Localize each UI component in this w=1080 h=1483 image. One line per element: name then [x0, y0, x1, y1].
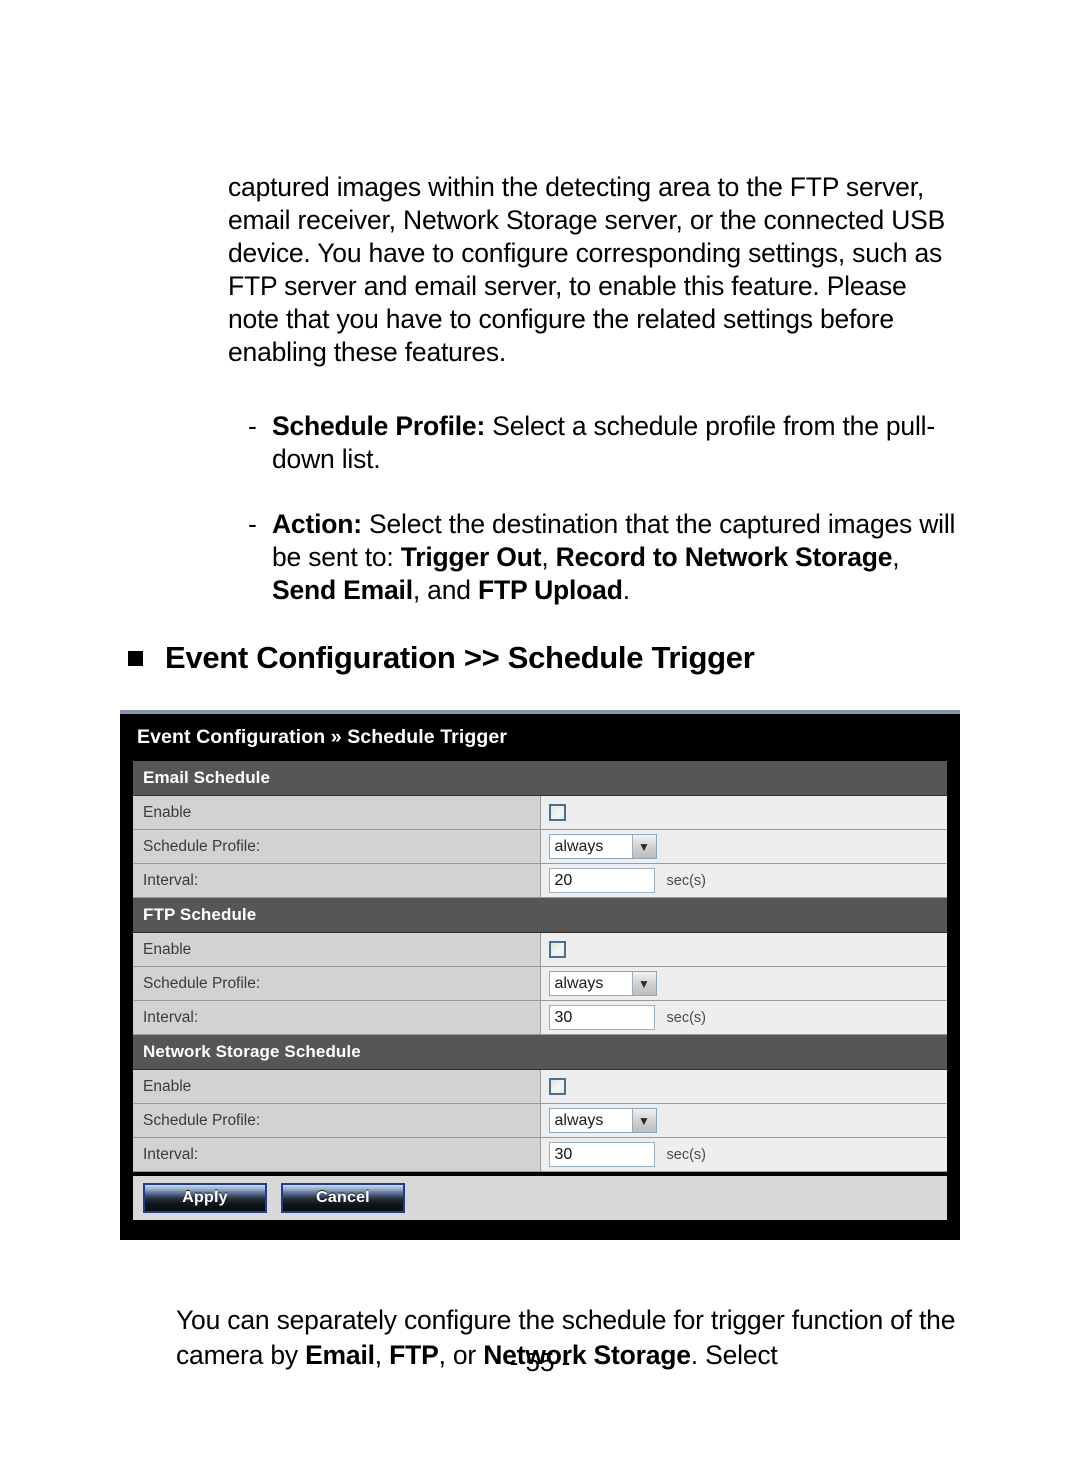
table-row: Interval: 30 sec(s)	[133, 1000, 948, 1035]
table-row: Enable	[133, 795, 948, 830]
value-interval: 20 sec(s)	[540, 863, 948, 898]
section-header-row: Network Storage Schedule	[133, 1034, 947, 1070]
value-interval: 30 sec(s)	[540, 1137, 948, 1172]
cell-content	[548, 1070, 948, 1103]
cell-content: always ▼	[548, 830, 948, 863]
chevron-down-icon: ▼	[631, 972, 656, 995]
section-heading-text: Event Configuration >> Schedule Trigger	[165, 640, 755, 675]
value-schedule-profile: always ▼	[540, 1103, 948, 1138]
bullet-item-action: - Action: Select the destination that th…	[248, 508, 958, 607]
cell-content: always ▼	[548, 967, 948, 1000]
schedule-settings-table: Email Schedule Enable Schedule Profile:	[133, 761, 947, 1172]
value-enable	[540, 1069, 948, 1104]
bullet-dash-icon: -	[248, 411, 257, 441]
value-enable	[540, 795, 948, 830]
interval-input-network-storage[interactable]: 30	[548, 1142, 655, 1167]
table-row: Enable	[133, 932, 948, 967]
interval-unit-label: sec(s)	[666, 1009, 706, 1026]
interval-input-email[interactable]: 20	[548, 868, 655, 893]
table-row: Interval: 20 sec(s)	[133, 863, 948, 898]
bullet-text: Action: Select the destination that the …	[272, 508, 958, 607]
select-value: always	[554, 837, 604, 855]
chevron-down-icon: ▼	[631, 1109, 656, 1132]
cell-content	[548, 933, 948, 966]
table-row: Interval: 30 sec(s)	[133, 1137, 948, 1172]
label-schedule-profile: Schedule Profile:	[133, 1103, 541, 1138]
panel-titlebar: Event Configuration » Schedule Trigger	[133, 714, 947, 761]
button-bar: Apply Cancel	[133, 1172, 947, 1220]
label-interval: Interval:	[133, 1000, 541, 1035]
interval-unit-label: sec(s)	[666, 872, 706, 889]
value-schedule-profile: always ▼	[540, 829, 948, 864]
label-schedule-profile: Schedule Profile:	[133, 966, 541, 1001]
bullet-list: - Schedule Profile: Select a schedule pr…	[248, 410, 958, 639]
label-enable: Enable	[133, 795, 541, 830]
bullet-item-schedule-profile: - Schedule Profile: Select a schedule pr…	[248, 410, 958, 476]
bullet-dash-icon: -	[248, 509, 257, 539]
chevron-down-icon: ▼	[631, 835, 656, 858]
panel-title: Event Configuration » Schedule Trigger	[137, 726, 508, 748]
bullet-sep-1: ,	[541, 542, 556, 572]
bullet-sep-3: , and	[412, 575, 478, 605]
schedule-profile-select-network-storage[interactable]: always ▼	[548, 1108, 657, 1133]
select-value: always	[554, 974, 604, 992]
cell-content: always ▼	[548, 1104, 948, 1137]
label-schedule-profile: Schedule Profile:	[133, 829, 541, 864]
bullet-term: Schedule Profile:	[272, 411, 486, 441]
schedule-profile-select-email[interactable]: always ▼	[548, 834, 657, 859]
value-interval: 30 sec(s)	[540, 1000, 948, 1035]
interval-unit-label: sec(s)	[666, 1146, 706, 1163]
table-row: Enable	[133, 1069, 948, 1104]
section-header-ftp-schedule: FTP Schedule	[133, 897, 947, 933]
section-header-row: FTP Schedule	[133, 897, 947, 933]
section-heading: Event Configuration >> Schedule Trigger	[128, 640, 755, 676]
page-number: - 55 -	[509, 1347, 571, 1377]
bullet-end: .	[622, 575, 630, 605]
intro-paragraph: captured images within the detecting are…	[228, 171, 946, 367]
label-enable: Enable	[133, 932, 541, 967]
label-interval: Interval:	[133, 863, 541, 898]
interval-input-ftp[interactable]: 30	[548, 1005, 655, 1030]
bullet-sep-2: ,	[892, 542, 900, 572]
bullet-bold-send-email: Send Email	[272, 575, 413, 605]
table-row: Schedule Profile: always ▼	[133, 1103, 948, 1138]
bullet-bold-record-to-network-storage: Record to Network Storage	[555, 542, 893, 572]
apply-button[interactable]: Apply	[143, 1183, 267, 1213]
bullet-term: Action:	[272, 509, 362, 539]
square-bullet-icon	[128, 650, 143, 666]
cell-content: 30 sec(s)	[548, 1001, 948, 1034]
section-header-email-schedule: Email Schedule	[133, 761, 947, 796]
cell-content: 30 sec(s)	[548, 1138, 948, 1171]
label-interval: Interval:	[133, 1137, 541, 1172]
table-row: Schedule Profile: always ▼	[133, 829, 948, 864]
select-value: always	[554, 1111, 604, 1129]
cancel-button[interactable]: Cancel	[281, 1183, 405, 1213]
section-header-row: Email Schedule	[133, 761, 947, 796]
value-schedule-profile: always ▼	[540, 966, 948, 1001]
value-enable	[540, 932, 948, 967]
embedded-screenshot-panel: Event Configuration » Schedule Trigger E…	[120, 710, 960, 1240]
enable-checkbox-email[interactable]	[548, 804, 566, 821]
section-header-network-storage-schedule: Network Storage Schedule	[133, 1034, 947, 1070]
enable-checkbox-network-storage[interactable]	[548, 1078, 566, 1095]
label-enable: Enable	[133, 1069, 541, 1104]
bullet-bold-ftp-upload: FTP Upload	[477, 575, 623, 605]
cell-content: 20 sec(s)	[548, 864, 948, 897]
bullet-bold-trigger-out: Trigger Out	[400, 542, 542, 572]
schedule-profile-select-ftp[interactable]: always ▼	[548, 971, 657, 996]
enable-checkbox-ftp[interactable]	[548, 941, 566, 958]
cell-content	[548, 796, 948, 829]
table-row: Schedule Profile: always ▼	[133, 966, 948, 1001]
bullet-text: Schedule Profile: Select a schedule prof…	[272, 410, 958, 476]
